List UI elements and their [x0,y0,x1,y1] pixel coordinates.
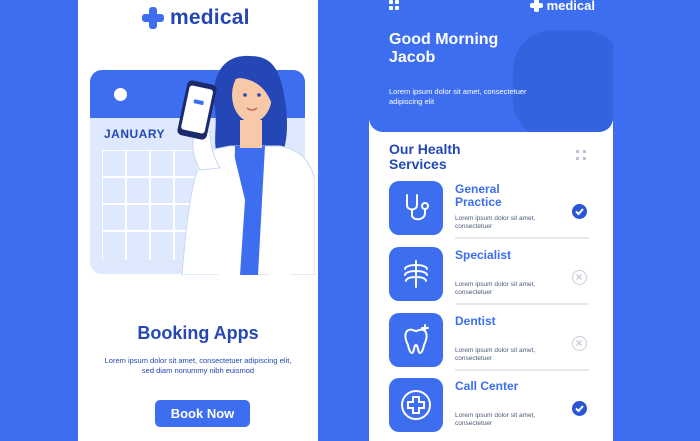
close-icon[interactable] [572,270,587,285]
medical-cross-icon [529,0,543,12]
booking-screen: medical JANUARY Booking Apps Lorem ipsum… [78,0,318,441]
brand-logo-header: medical [529,0,595,13]
page-title: Booking Apps [137,323,259,343]
check-icon[interactable] [572,401,587,416]
menu-icon[interactable] [389,0,403,12]
brand-name-header: medical [546,0,595,13]
brand-logo: medical [142,6,250,30]
page-description: Lorem ipsum dolor sit amet, consectetuer… [104,356,292,375]
service-general-practice[interactable]: General Practice Lorem ipsum dolor sit a… [389,181,589,239]
service-desc: Lorem ipsum dolor sit amet, consectetuer [455,215,536,230]
greeting-title: Good Morning Jacob [389,31,499,66]
brand-name: medical [170,6,250,29]
services-screen: medical Good Morning Jacob Lorem ipsum d… [369,0,613,441]
service-name: Dentist [455,314,496,328]
services-title: Our Health Services [389,141,461,172]
service-desc: Lorem ipsum dolor sit amet, consectetuer [455,347,536,362]
service-dentist[interactable]: Dentist Lorem ipsum dolor sit amet, cons… [389,313,589,371]
check-icon[interactable] [572,204,587,219]
service-specialist[interactable]: Specialist Lorem ipsum dolor sit amet, c… [389,247,589,305]
service-name: Call Center [455,379,519,393]
book-now-button[interactable]: Book Now [155,400,250,427]
greeting-header: medical Good Morning Jacob Lorem ipsum d… [369,0,613,132]
medical-cross-icon [389,378,443,432]
ribcage-icon [389,247,443,301]
service-desc: Lorem ipsum dolor sit amet, consectetuer [455,412,536,427]
grid-icon[interactable] [576,150,588,162]
stethoscope-icon [389,181,443,235]
greeting-subtitle: Lorem ipsum dolor sit amet, consectetuer… [389,87,527,106]
doctor-illustration [177,55,315,275]
close-icon[interactable] [572,336,587,351]
service-call-center[interactable]: Call Center Lorem ipsum dolor sit amet, … [389,378,589,436]
medical-cross-icon [142,7,164,29]
tooth-icon [389,313,443,367]
service-name: Specialist [455,248,512,262]
service-desc: Lorem ipsum dolor sit amet, consectetuer [455,281,536,296]
service-name: General Practice [455,182,502,209]
